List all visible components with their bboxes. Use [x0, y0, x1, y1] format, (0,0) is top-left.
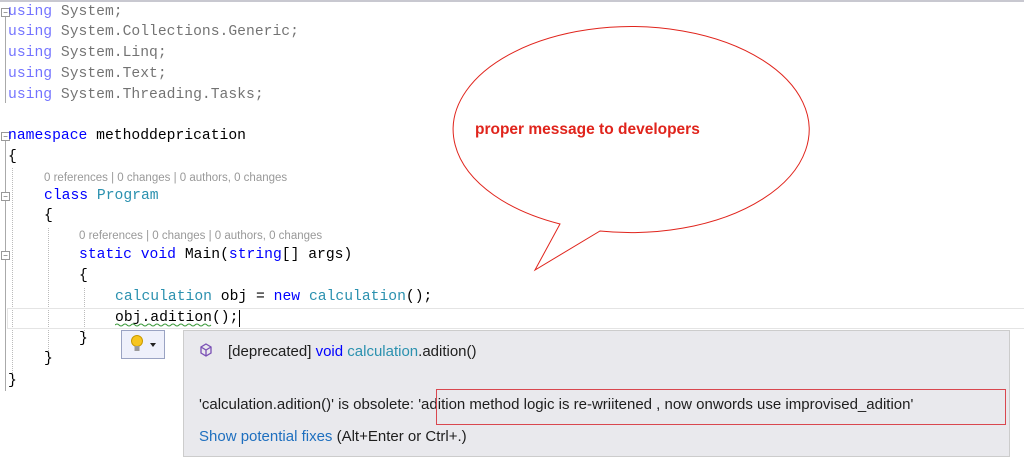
quickinfo-tooltip: [deprecated] void calculation.adition() … — [183, 330, 1010, 457]
tooltip-fixes: Show potential fixes (Alt+Enter or Ctrl+… — [199, 428, 467, 445]
show-potential-fixes-link[interactable]: Show potential fixes — [199, 428, 332, 445]
tooltip-signature: [deprecated] void calculation.adition() — [228, 343, 477, 360]
lightbulb-icon — [131, 335, 156, 351]
quick-actions-button[interactable] — [121, 330, 165, 359]
message-highlight-box — [436, 389, 1006, 425]
callout-text: proper message to developers — [475, 121, 700, 138]
method-cube-icon — [200, 343, 212, 357]
chevron-down-icon — [150, 343, 156, 347]
